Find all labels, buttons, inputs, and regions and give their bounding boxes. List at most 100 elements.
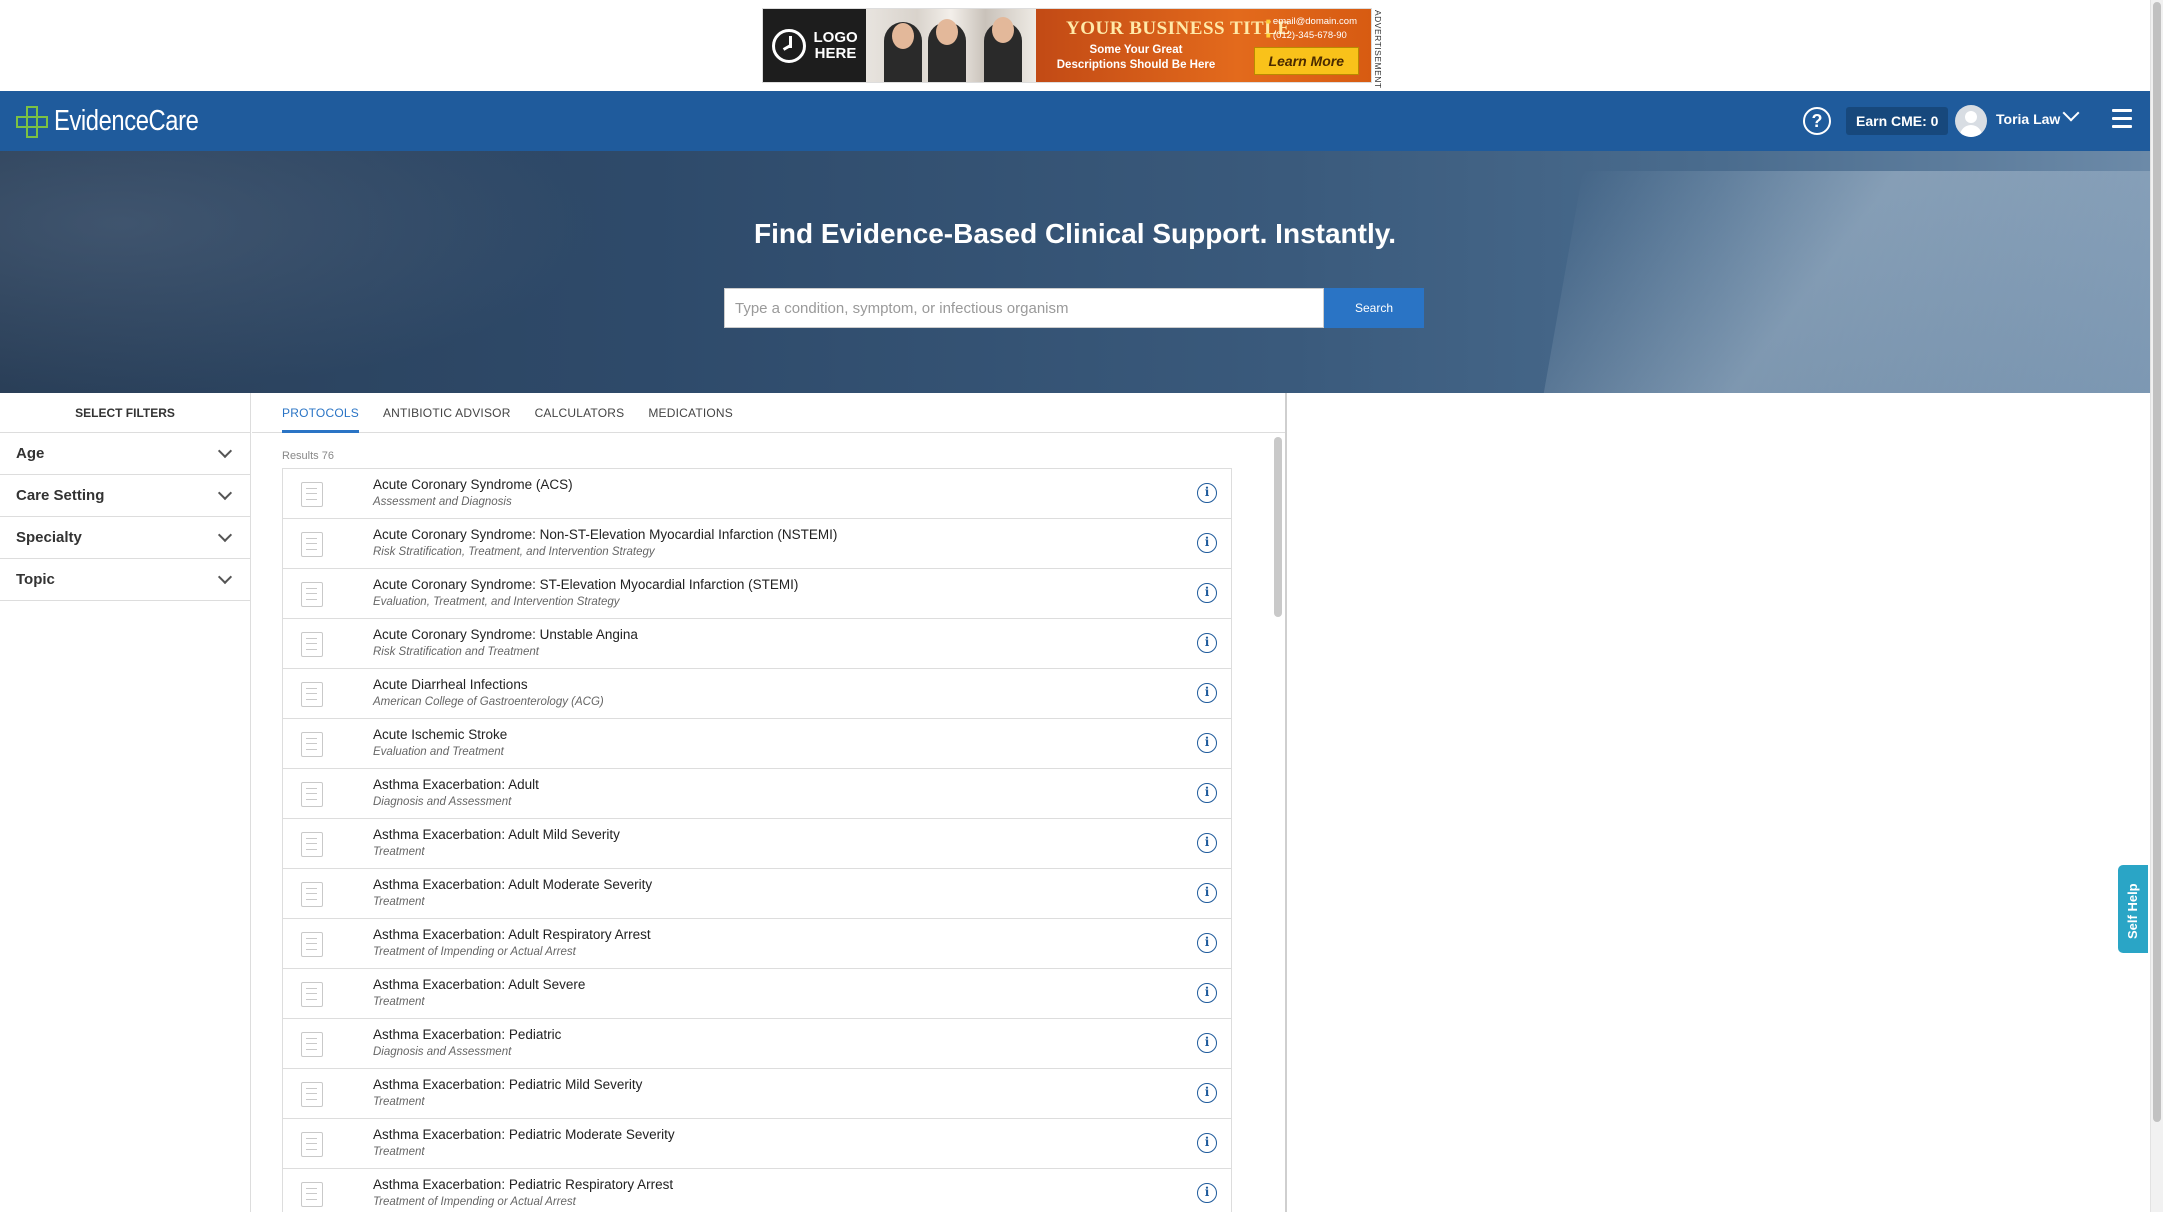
search-button[interactable]: Search [1324, 288, 1424, 328]
result-title[interactable]: Asthma Exacerbation: Pediatric Respirato… [373, 1177, 673, 1192]
filter-topic[interactable]: Topic [0, 559, 250, 601]
filter-care-setting[interactable]: Care Setting [0, 475, 250, 517]
result-title[interactable]: Asthma Exacerbation: Pediatric Moderate … [373, 1127, 675, 1142]
filter-label: Care Setting [16, 487, 105, 504]
list-item[interactable]: Asthma Exacerbation: Pediatric Moderate … [282, 1119, 1232, 1169]
brand-name: EvidenceCare [54, 105, 199, 137]
page-scrollbar-thumb[interactable] [2153, 2, 2161, 1122]
help-icon[interactable]: ? [1803, 107, 1831, 135]
document-icon [301, 732, 323, 757]
list-item[interactable]: Acute Coronary Syndrome: Unstable Angina… [282, 619, 1232, 669]
ad-phone: (012)-345-678-90 [1266, 30, 1347, 41]
result-title[interactable]: Acute Coronary Syndrome (ACS) [373, 477, 573, 492]
result-title[interactable]: Asthma Exacerbation: Adult Respiratory A… [373, 927, 651, 942]
chevron-down-icon[interactable] [2062, 104, 2080, 122]
ad-title: YOUR BUSINESS TITLE [1066, 18, 1291, 39]
result-subtitle: Evaluation and Treatment [373, 746, 504, 758]
result-title[interactable]: Asthma Exacerbation: Adult Mild Severity [373, 827, 620, 842]
list-scrollbar[interactable] [1274, 437, 1282, 617]
list-item[interactable]: Acute Diarrheal Infections American Colle… [282, 669, 1232, 719]
info-icon[interactable]: i [1197, 833, 1217, 853]
info-icon[interactable]: i [1197, 633, 1217, 653]
page-scrollbar[interactable] [2150, 0, 2163, 1212]
info-icon[interactable]: i [1197, 983, 1217, 1003]
top-nav: EvidenceCare ? Earn CME: 0 Toria Law [0, 91, 2150, 151]
filter-label: Age [16, 445, 45, 462]
info-icon[interactable]: i [1197, 933, 1217, 953]
ad-label: ADVERTISEMENT [1373, 10, 1383, 89]
list-item[interactable]: Acute Ischemic Stroke Evaluation and Trea… [282, 719, 1232, 769]
result-title[interactable]: Asthma Exacerbation: Adult Severe [373, 977, 585, 992]
list-item[interactable]: Asthma Exacerbation: Adult Mild Severity… [282, 819, 1232, 869]
list-item[interactable]: Asthma Exacerbation: Pediatric Mild Seve… [282, 1069, 1232, 1119]
result-subtitle: Treatment [373, 1096, 425, 1108]
result-title[interactable]: Asthma Exacerbation: Adult Moderate Seve… [373, 877, 652, 892]
tab-calculators[interactable]: CALCULATORS [523, 393, 637, 432]
cross-logo-icon [16, 105, 48, 138]
list-item[interactable]: Asthma Exacerbation: Adult Respiratory A… [282, 919, 1232, 969]
list-item[interactable]: Asthma Exacerbation: Pediatric Diagnosis … [282, 1019, 1232, 1069]
document-icon [301, 1132, 323, 1157]
result-subtitle: Assessment and Diagnosis [373, 496, 512, 508]
result-title[interactable]: Acute Diarrheal Infections [373, 677, 528, 692]
info-icon[interactable]: i [1197, 1083, 1217, 1103]
list-item[interactable]: Asthma Exacerbation: Adult Diagnosis and … [282, 769, 1232, 819]
info-icon[interactable]: i [1197, 583, 1217, 603]
filter-age[interactable]: Age [0, 433, 250, 475]
result-title[interactable]: Acute Ischemic Stroke [373, 727, 507, 742]
filter-label: Specialty [16, 529, 82, 546]
result-title[interactable]: Acute Coronary Syndrome: ST-Elevation My… [373, 577, 798, 592]
ad-learn-more-button[interactable]: Learn More [1253, 47, 1359, 75]
earn-cme-button[interactable]: Earn CME: 0 [1846, 107, 1949, 135]
clock-icon [771, 28, 806, 63]
tab-antibiotic-advisor[interactable]: ANTIBIOTIC ADVISOR [371, 393, 523, 432]
user-name[interactable]: Toria Law [1996, 111, 2060, 127]
result-subtitle: Treatment [373, 1146, 425, 1158]
avatar[interactable] [1955, 105, 1987, 137]
filters-sidebar: SELECT FILTERS Age Care Setting Specialt… [0, 393, 251, 1212]
tab-protocols[interactable]: PROTOCOLS [270, 393, 371, 433]
result-title[interactable]: Asthma Exacerbation: Adult [373, 777, 539, 792]
document-icon [301, 932, 323, 957]
info-icon[interactable]: i [1197, 683, 1217, 703]
hamburger-menu-icon[interactable] [2112, 109, 2132, 129]
info-icon[interactable]: i [1197, 1183, 1217, 1203]
ad-body: YOUR BUSINESS TITLE Some Your Great Desc… [1036, 9, 1371, 82]
result-title[interactable]: Asthma Exacerbation: Pediatric [373, 1027, 561, 1042]
result-title[interactable]: Asthma Exacerbation: Pediatric Mild Seve… [373, 1077, 642, 1092]
info-icon[interactable]: i [1197, 1033, 1217, 1053]
hero-title: Find Evidence-Based Clinical Support. In… [753, 218, 1397, 249]
ad-photo [866, 9, 1036, 82]
list-item[interactable]: Asthma Exacerbation: Adult Severe Treatme… [282, 969, 1232, 1019]
tab-bar: PROTOCOLS ANTIBIOTIC ADVISOR CALCULATORS… [252, 393, 1285, 433]
tab-medications[interactable]: MEDICATIONS [636, 393, 745, 432]
info-icon[interactable]: i [1197, 783, 1217, 803]
result-subtitle: Risk Stratification and Treatment [373, 646, 539, 658]
list-item[interactable]: Acute Coronary Syndrome (ACS) Assessment … [282, 469, 1232, 519]
search-bar: Search [724, 288, 1424, 328]
list-item[interactable]: Acute Coronary Syndrome: Non-ST-Elevatio… [282, 519, 1232, 569]
document-icon [301, 532, 323, 557]
list-item[interactable]: Asthma Exacerbation: Pediatric Respirato… [282, 1169, 1232, 1212]
result-subtitle: Treatment [373, 846, 425, 858]
search-input[interactable] [724, 288, 1324, 328]
self-help-button[interactable]: Self Help [2118, 865, 2148, 953]
info-icon[interactable]: i [1197, 1133, 1217, 1153]
results-panel: PROTOCOLS ANTIBIOTIC ADVISOR CALCULATORS… [252, 393, 1287, 1212]
brand-logo[interactable]: EvidenceCare [16, 105, 230, 138]
result-title[interactable]: Acute Coronary Syndrome: Unstable Angina [373, 627, 638, 642]
result-title[interactable]: Acute Coronary Syndrome: Non-ST-Elevatio… [373, 527, 837, 542]
list-item[interactable]: Asthma Exacerbation: Adult Moderate Seve… [282, 869, 1232, 919]
advertisement-banner[interactable]: LOGO HERE YOUR BUSINESS TITLE Some Your … [762, 8, 1372, 83]
info-icon[interactable]: i [1197, 533, 1217, 553]
document-icon [301, 482, 323, 507]
result-subtitle: Evaluation, Treatment, and Intervention … [373, 596, 620, 608]
info-icon[interactable]: i [1197, 883, 1217, 903]
info-icon[interactable]: i [1197, 483, 1217, 503]
list-item[interactable]: Acute Coronary Syndrome: ST-Elevation My… [282, 569, 1232, 619]
info-icon[interactable]: i [1197, 733, 1217, 753]
document-icon [301, 882, 323, 907]
chevron-down-icon [217, 527, 233, 543]
filter-specialty[interactable]: Specialty [0, 517, 250, 559]
document-icon [301, 832, 323, 857]
